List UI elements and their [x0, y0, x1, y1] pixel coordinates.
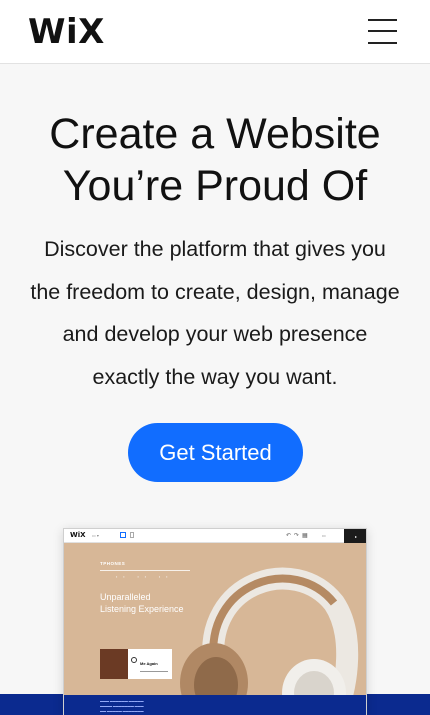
mockup-headline: Unparalleled Listening Experience	[100, 591, 184, 615]
hero-title: Create a Website You’re Proud Of	[0, 108, 430, 212]
hero-text-line: the freedom to create, design, manage	[30, 279, 400, 304]
hero-text-line: and develop your web presence	[62, 322, 368, 346]
hero-title-line: You’re Proud Of	[62, 162, 368, 210]
hero-text-line: Discover the platform that gives you	[44, 237, 386, 261]
get-started-button[interactable]: Get Started	[128, 423, 303, 482]
headphones-illustration	[180, 567, 359, 715]
menu-line	[368, 19, 397, 21]
mockup-album-art	[100, 649, 128, 679]
mockup-progress-bar	[140, 671, 168, 672]
mockup-code-panel: ▬▬▬ ▬▬▬▬▬▬ ▬▬▬▬▬ ▬▬▬▬ ▬▬▬▬▬▬▬ ▬▬▬ ▬▬ ▬▬▬…	[64, 695, 366, 715]
mockup-tools-icons: ↶↷▦	[286, 533, 311, 539]
mockup-nav: ▪▪ ▪▪ ▪▪	[116, 575, 174, 579]
mockup-headline-line: Listening Experience	[100, 604, 184, 614]
mockup-divider	[100, 570, 190, 571]
mockup-publish-button: ▸	[344, 529, 366, 543]
mockup-code-line: ▬▬ ▬▬▬▬▬ ▬▬▬▬▬▬▬	[100, 709, 144, 713]
hamburger-menu-icon[interactable]	[364, 16, 400, 48]
mockup-preview: ▭	[322, 533, 326, 538]
wix-logo[interactable]: WiX	[28, 12, 105, 52]
hero-description: Discover the platform that gives you the…	[0, 228, 430, 398]
mockup-song-title: Me Again	[140, 661, 158, 666]
mockup-canvas: TPHONES ▪▪ ▪▪ ▪▪ Unparalleled Listening …	[64, 543, 366, 715]
desktop-device-icon	[120, 532, 126, 538]
menu-line	[368, 42, 397, 44]
mockup-page-selector: ▭ ▾	[92, 533, 99, 538]
mockup-music-card: Me Again	[100, 649, 172, 679]
mockup-brand: TPHONES	[100, 561, 126, 566]
mockup-code-line: ▬▬▬▬ ▬▬▬▬▬▬▬ ▬▬▬	[100, 704, 144, 708]
hero-title-line: Create a Website	[49, 110, 381, 158]
mockup-toolbar: WiX ▭ ▾ ↶↷▦ ▭ ▸	[64, 529, 366, 543]
site-header: WiX	[0, 0, 430, 64]
mockup-headline-line: Unparalleled	[100, 592, 151, 602]
mobile-device-icon	[130, 532, 134, 538]
editor-mockup-image: WiX ▭ ▾ ↶↷▦ ▭ ▸ TPHONES ▪▪ ▪▪ ▪▪ Unparal…	[63, 528, 367, 715]
play-icon	[131, 657, 137, 663]
mockup-logo: WiX	[70, 531, 86, 539]
hero-text-line: exactly the way you want.	[92, 364, 338, 389]
menu-line	[368, 30, 397, 32]
mockup-code-line: ▬▬▬ ▬▬▬▬▬▬ ▬▬▬▬▬	[100, 699, 144, 703]
